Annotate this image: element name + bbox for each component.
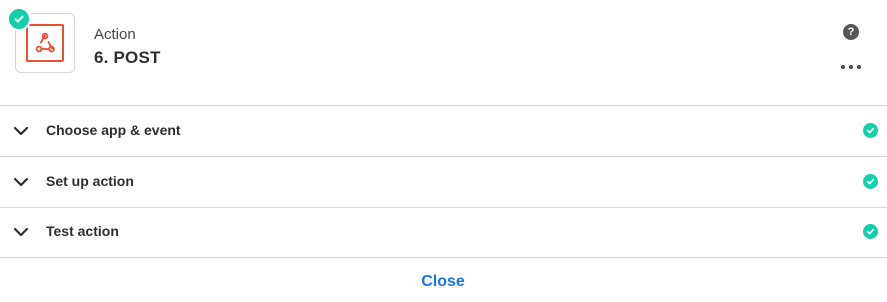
section-label: Choose app & event <box>46 122 181 138</box>
check-icon <box>863 123 878 138</box>
check-icon <box>863 224 878 239</box>
section-set-up-action[interactable]: Set up action <box>0 157 887 208</box>
chevron-down-icon <box>13 177 29 187</box>
step-kind-label: Action <box>94 26 136 43</box>
section-test-action[interactable]: Test action <box>0 207 887 258</box>
help-glyph: ? <box>847 26 855 38</box>
step-title: 6. POST <box>94 48 161 67</box>
more-options-icon[interactable] <box>841 59 861 75</box>
step-header: Action 6. POST ? <box>0 0 887 106</box>
section-label: Test action <box>46 223 119 239</box>
close-button[interactable]: Close <box>400 268 486 296</box>
check-icon <box>863 174 878 189</box>
webhook-icon <box>26 24 64 62</box>
section-choose-app-event[interactable]: Choose app & event <box>0 106 887 157</box>
section-label: Set up action <box>46 173 134 189</box>
chevron-down-icon <box>13 227 29 237</box>
check-icon <box>7 7 31 31</box>
chevron-down-icon <box>13 126 29 136</box>
help-icon[interactable]: ? <box>843 24 859 40</box>
